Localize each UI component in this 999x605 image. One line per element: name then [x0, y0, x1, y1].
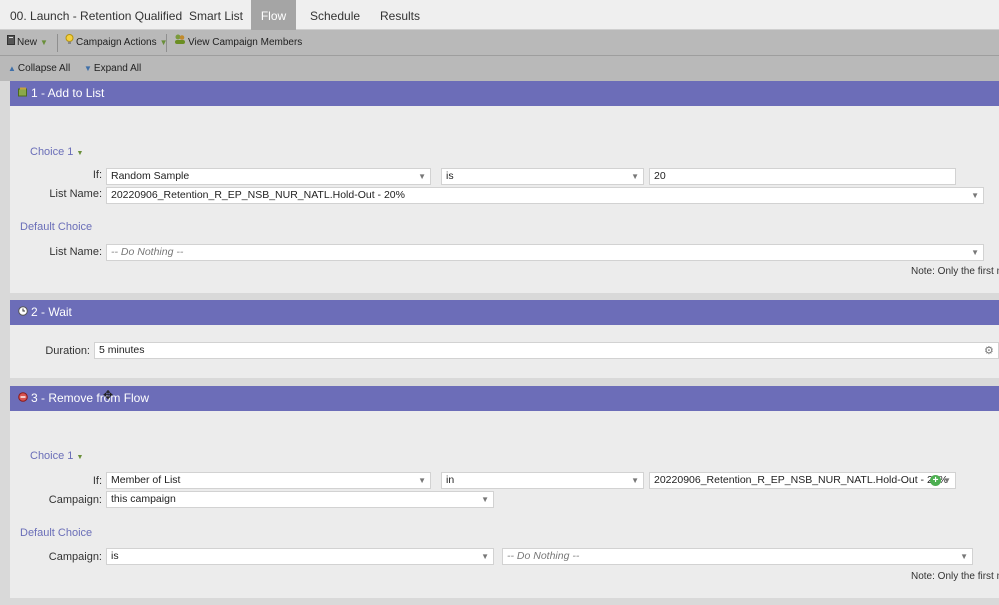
dropdown-arrow-icon: ▼	[971, 248, 979, 257]
tab-bar: 00. Launch - Retention Qualified Smart L…	[0, 0, 999, 30]
chevron-down-icon: ▼	[40, 38, 48, 48]
campaign-actions-button[interactable]: Campaign Actions ▼	[65, 30, 168, 55]
flow-step-add-to-list: 1 - Add to List Choice 1 ▼ If: Random Sa…	[10, 81, 999, 293]
default-campaign-value-select[interactable]: -- Do Nothing -- ▼	[502, 548, 973, 565]
default-campaign-operator-value: is	[111, 550, 119, 562]
if-value-text: 20	[654, 170, 666, 182]
view-members-label: View Campaign Members	[188, 37, 303, 49]
expand-icon: ▼	[84, 64, 92, 73]
flow-step-wait: 2 - Wait Duration: 5 minutes ⚙	[10, 300, 999, 378]
step-title: 3 - Remove from Flow	[31, 391, 150, 405]
step-title: 2 - Wait	[31, 305, 72, 319]
if-value-select[interactable]: 20220906_Retention_R_EP_NSB_NUR_NATL.Hol…	[649, 472, 956, 489]
if-field-select[interactable]: Random Sample ▼	[106, 168, 431, 185]
tab-smart-list[interactable]: Smart List	[179, 0, 253, 30]
move-cursor-icon: ✥	[103, 388, 114, 402]
default-list-name-select[interactable]: -- Do Nothing -- ▼	[106, 244, 984, 261]
if-field-value: Random Sample	[111, 170, 190, 182]
duration-input[interactable]: 5 minutes	[94, 342, 999, 359]
tab-schedule[interactable]: Schedule	[300, 0, 370, 30]
add-to-list-icon	[18, 81, 28, 106]
list-name-value: 20220906_Retention_R_EP_NSB_NUR_NATL.Hol…	[111, 189, 405, 201]
campaign-select[interactable]: this campaign ▼	[106, 491, 494, 508]
choice-label[interactable]: Choice 1 ▼	[30, 146, 83, 158]
new-button[interactable]: New ▼	[7, 30, 48, 55]
new-icon	[7, 30, 15, 55]
campaign-value: this campaign	[111, 493, 176, 505]
step-header[interactable]: 1 - Add to List	[10, 81, 999, 106]
choice-label-text: Choice 1	[30, 146, 74, 158]
tab-campaign-name[interactable]: 00. Launch - Retention Qualified	[0, 0, 192, 30]
toolbar-divider	[57, 34, 58, 52]
tab-results[interactable]: Results	[370, 0, 430, 30]
dropdown-arrow-icon: ▼	[631, 476, 639, 485]
new-label: New	[17, 37, 38, 49]
campaign-label: Campaign:	[48, 494, 102, 506]
dropdown-arrow-icon: ▼	[960, 552, 968, 561]
dropdown-arrow-icon: ▼	[418, 172, 426, 181]
step-header[interactable]: 3 - Remove from Flow	[10, 386, 999, 411]
add-value-icon[interactable]: +	[930, 475, 941, 486]
list-name-select[interactable]: 20220906_Retention_R_EP_NSB_NUR_NATL.Hol…	[106, 187, 984, 204]
dropdown-arrow-icon: ▼	[481, 495, 489, 504]
dropdown-arrow-icon: ▼	[418, 476, 426, 485]
if-operator-value: is	[446, 170, 454, 182]
duration-value: 5 minutes	[99, 344, 145, 356]
action-toolbar: New ▼ Campaign Actions ▼ View Campaign Mem…	[0, 30, 999, 56]
default-choice-label: Default Choice	[20, 221, 93, 233]
dropdown-arrow-icon: ▼	[481, 552, 489, 561]
expand-all-button[interactable]: ▼ Expand All	[84, 56, 141, 81]
step-title: 1 - Add to List	[31, 86, 105, 100]
if-operator-select[interactable]: is ▼	[441, 168, 644, 185]
expand-all-label: Expand All	[93, 63, 142, 75]
dropdown-arrow-icon: ▼	[971, 191, 979, 200]
chevron-down-icon: ▼	[76, 150, 84, 157]
choice-label-text: Choice 1	[30, 450, 74, 462]
remove-from-flow-icon	[18, 386, 28, 411]
tab-flow[interactable]: Flow	[251, 0, 296, 30]
chevron-down-icon: ▼	[76, 454, 84, 461]
members-icon	[174, 30, 186, 55]
default-campaign-value: -- Do Nothing --	[507, 550, 580, 562]
collapse-toolbar: ▲ Collapse All ▼ Expand All	[0, 56, 999, 81]
if-label: If:	[92, 169, 102, 181]
if-operator-value: in	[446, 474, 455, 486]
default-campaign-operator-select[interactable]: is ▼	[106, 548, 494, 565]
view-campaign-members-button[interactable]: View Campaign Members	[174, 30, 302, 55]
default-list-name-value: -- Do Nothing --	[111, 246, 184, 258]
if-field-select[interactable]: Member of List ▼	[106, 472, 431, 489]
wait-clock-icon	[18, 300, 28, 325]
if-field-value: Member of List	[111, 474, 181, 486]
note-text: Note: Only the first ma	[911, 266, 999, 277]
collapse-all-button[interactable]: ▲ Collapse All	[8, 56, 70, 81]
default-list-name-label: List Name:	[49, 246, 102, 258]
if-value-text: 20220906_Retention_R_EP_NSB_NUR_NATL.Hol…	[654, 474, 948, 486]
collapse-icon: ▲	[8, 64, 16, 73]
flow-step-remove-from-flow: 3 - Remove from Flow Choice 1 ▼ If: Memb…	[10, 386, 999, 598]
duration-label: Duration:	[45, 345, 90, 357]
if-label: If:	[92, 475, 102, 487]
choice-label[interactable]: Choice 1 ▼	[30, 450, 83, 462]
list-name-label: List Name:	[49, 188, 102, 200]
default-campaign-label: Campaign:	[48, 551, 102, 563]
dropdown-arrow-icon: ▼	[943, 476, 951, 485]
if-value-input[interactable]: 20	[649, 168, 956, 185]
note-text: Note: Only the first ma	[911, 571, 999, 582]
toolbar-divider	[166, 34, 167, 52]
step-header[interactable]: 2 - Wait	[10, 300, 999, 325]
campaign-actions-label: Campaign Actions	[76, 37, 157, 49]
lightbulb-icon	[65, 30, 74, 55]
default-choice-label: Default Choice	[20, 527, 93, 539]
if-operator-select[interactable]: in ▼	[441, 472, 644, 489]
gear-icon[interactable]: ⚙	[984, 344, 994, 357]
collapse-all-label: Collapse All	[17, 63, 71, 75]
dropdown-arrow-icon: ▼	[631, 172, 639, 181]
